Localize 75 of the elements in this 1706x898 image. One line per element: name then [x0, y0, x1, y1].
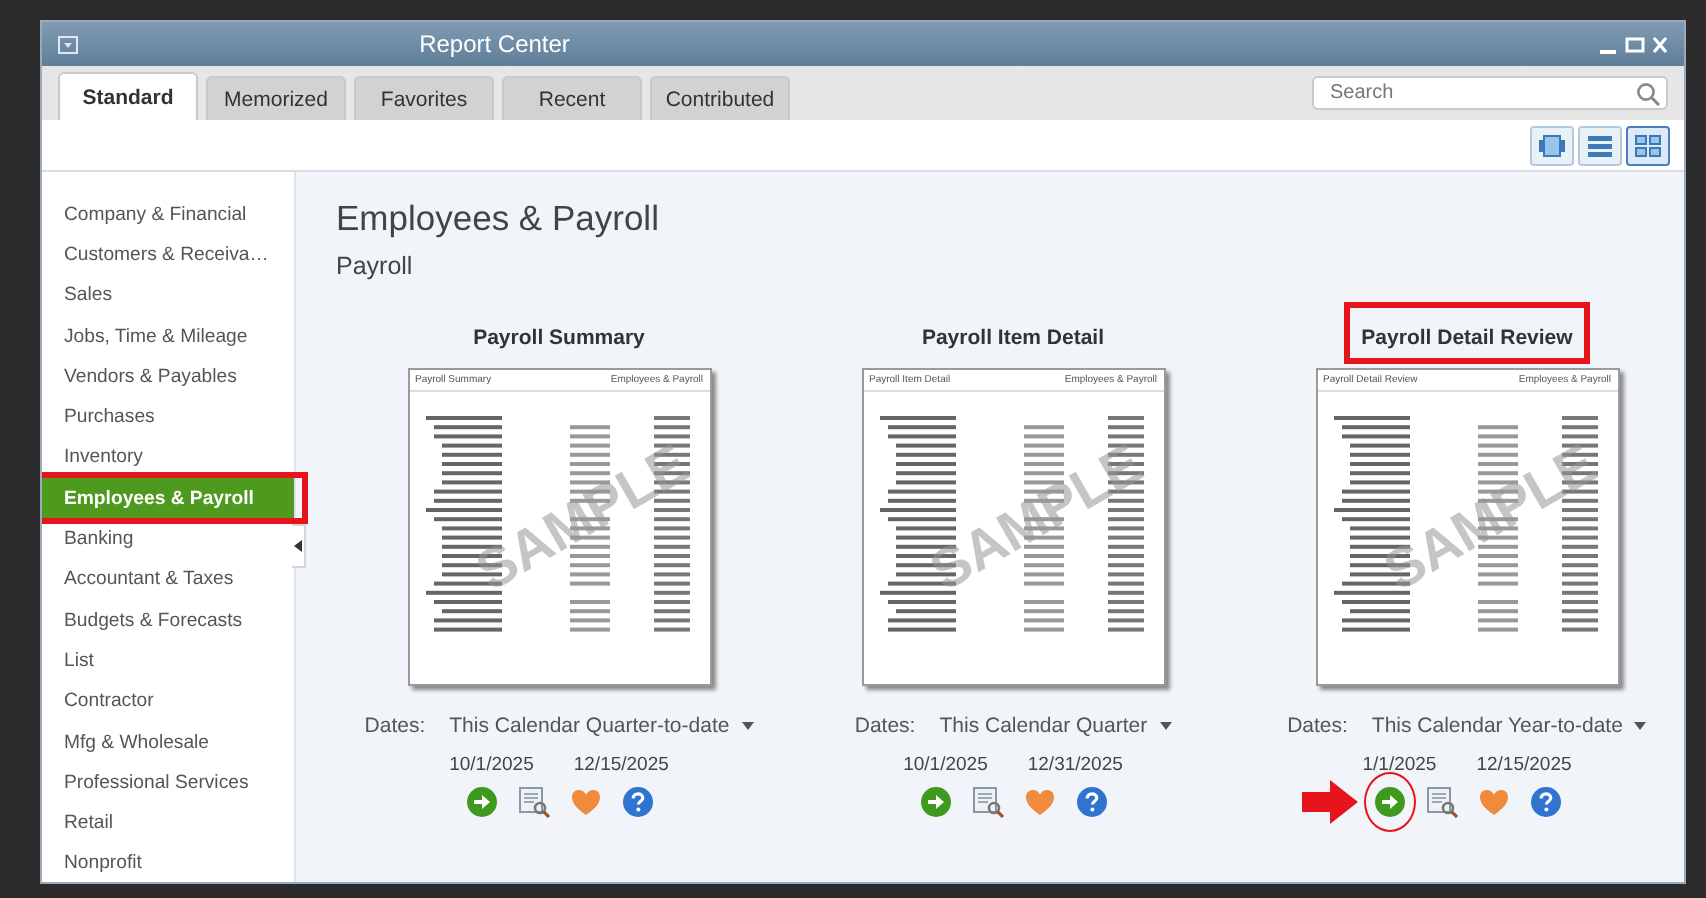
- date-range-dropdown[interactable]: This Calendar Quarter: [939, 714, 1172, 738]
- category-item[interactable]: Jobs, Time & Mileage: [42, 315, 294, 357]
- dates-label: Dates:: [364, 714, 426, 738]
- caret-icon: [741, 722, 754, 730]
- carousel-view-icon: [1538, 133, 1566, 157]
- report-tab[interactable]: Contributed: [650, 76, 790, 120]
- list-view-icon: [1586, 133, 1614, 157]
- window-controls-icon[interactable]: [1600, 35, 1668, 53]
- report-tab[interactable]: Recent: [502, 76, 642, 120]
- category-item[interactable]: Inventory: [42, 437, 294, 479]
- category-item[interactable]: Customers & Receiva…: [42, 234, 294, 276]
- preview-report-button[interactable]: [1425, 786, 1457, 818]
- favorite-button[interactable]: [569, 786, 601, 818]
- category-item[interactable]: Banking: [42, 518, 294, 560]
- category-heading: Employees & Payroll: [336, 198, 661, 242]
- report-tab[interactable]: Memorized: [206, 76, 346, 120]
- collapse-handle[interactable]: [292, 524, 306, 568]
- view-toggle[interactable]: [1578, 125, 1622, 165]
- help-icon: [1075, 786, 1107, 818]
- view-toggle[interactable]: [1626, 125, 1670, 165]
- document-magnifier-icon: [971, 786, 1003, 818]
- pointer-arrow-icon: [1301, 780, 1357, 824]
- category-item[interactable]: Retail: [42, 802, 294, 844]
- search-icon: [1636, 81, 1660, 105]
- dates-label: Dates:: [854, 714, 916, 738]
- category-item[interactable]: Company & Financial: [42, 194, 294, 235]
- caret-icon: [1159, 722, 1172, 730]
- section-heading: Payroll: [336, 252, 415, 280]
- to-date: 12/15/2025: [573, 754, 669, 776]
- report-tab[interactable]: Standard: [58, 72, 198, 120]
- preview-report-button[interactable]: [517, 786, 549, 818]
- category-item[interactable]: Budgets & Forecasts: [42, 599, 294, 641]
- report-tab[interactable]: Favorites: [354, 76, 494, 120]
- document-magnifier-icon: [517, 786, 549, 818]
- caret-icon: [1634, 722, 1647, 730]
- category-item[interactable]: List: [42, 640, 294, 682]
- favorite-button[interactable]: [1477, 786, 1509, 818]
- category-item[interactable]: Nonprofit: [42, 843, 294, 882]
- report-title: Payroll Item Detail: [919, 324, 1107, 354]
- category-item[interactable]: Employees & Payroll: [42, 478, 294, 519]
- view-toggle[interactable]: [1530, 125, 1574, 165]
- heart-icon: [1023, 786, 1055, 818]
- category-item[interactable]: Contractor: [42, 681, 294, 722]
- category-item[interactable]: Vendors & Payables: [42, 356, 294, 397]
- window-menu-icon[interactable]: [58, 35, 78, 53]
- from-date: 10/1/2025: [449, 754, 534, 776]
- document-magnifier-icon: [1425, 786, 1457, 818]
- run-report-button[interactable]: [1363, 772, 1415, 832]
- window-title: Report Center: [417, 30, 572, 58]
- category-item[interactable]: Purchases: [42, 396, 294, 438]
- from-date: 10/1/2025: [903, 754, 988, 776]
- category-item[interactable]: Accountant & Taxes: [42, 559, 294, 600]
- help-button[interactable]: [1075, 786, 1107, 818]
- search-field[interactable]: Search: [1312, 76, 1668, 110]
- help-icon: [621, 786, 653, 818]
- heart-icon: [569, 786, 601, 818]
- favorite-button[interactable]: [1023, 786, 1055, 818]
- category-item[interactable]: Mfg & Wholesale: [42, 721, 294, 763]
- from-date: 1/1/2025: [1362, 754, 1437, 776]
- report-title: Payroll Summary: [471, 324, 647, 354]
- category-item[interactable]: Sales: [42, 275, 294, 316]
- preview-report-button[interactable]: [971, 786, 1003, 818]
- grid-view-icon: [1634, 133, 1662, 157]
- date-range-dropdown[interactable]: This Calendar Quarter-to-date: [449, 714, 754, 738]
- dates-label: Dates:: [1287, 714, 1348, 738]
- help-button[interactable]: [1529, 786, 1561, 818]
- help-button[interactable]: [621, 786, 653, 818]
- collapse-arrow-icon: [294, 540, 302, 552]
- to-date: 12/15/2025: [1476, 754, 1572, 776]
- category-item[interactable]: Professional Services: [42, 762, 294, 803]
- heart-icon: [1477, 786, 1509, 818]
- date-range-dropdown[interactable]: This Calendar Year-to-date: [1371, 714, 1647, 738]
- help-icon: [1529, 786, 1561, 818]
- report-title: Payroll Detail Review: [1343, 302, 1591, 364]
- to-date: 12/31/2025: [1027, 754, 1123, 776]
